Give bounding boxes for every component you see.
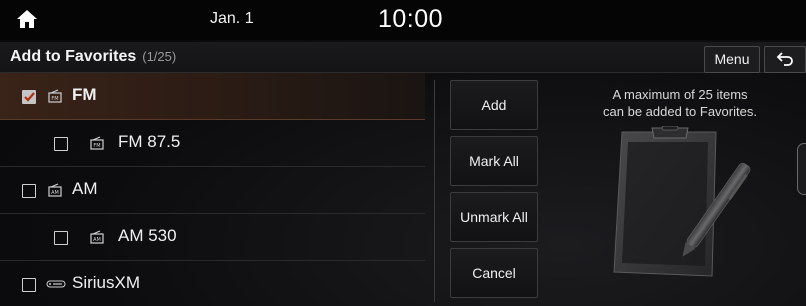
side-handle[interactable]	[797, 143, 806, 195]
add-button[interactable]: Add	[450, 80, 538, 130]
radio-fm-icon: FM	[48, 89, 62, 103]
item-label: AM 530	[118, 226, 177, 245]
info-line-1: A maximum of 25 items	[612, 87, 748, 102]
svg-text:FM: FM	[51, 96, 58, 102]
radio-am-icon: AM	[90, 230, 104, 244]
siriusxm-logo-icon	[46, 280, 66, 288]
check-icon	[24, 92, 35, 102]
favorites-count: (1/25)	[142, 49, 177, 64]
cancel-button[interactable]: Cancel	[450, 248, 538, 298]
list-item[interactable]: AM AM 530	[0, 214, 425, 261]
status-clock: 10:00	[378, 5, 444, 33]
list-item[interactable]: FM FM	[0, 73, 425, 120]
page-title-text: Add to Favorites	[10, 48, 137, 65]
item-checkbox[interactable]	[22, 278, 36, 292]
radio-fm-icon: FM	[90, 136, 104, 150]
svg-text:AM: AM	[51, 190, 59, 196]
item-label: SiriusXM	[72, 273, 141, 292]
radio-am-icon: AM	[48, 183, 62, 197]
item-checkbox[interactable]	[22, 90, 36, 104]
back-button[interactable]	[764, 46, 806, 73]
list-item[interactable]: SiriusXM	[0, 261, 425, 306]
title-bar: Add to Favorites (1/25)	[0, 42, 806, 73]
svg-text:FM: FM	[93, 143, 100, 149]
item-label: FM	[72, 85, 97, 104]
list-item[interactable]: FM FM 87.5	[0, 120, 425, 167]
item-label: AM	[72, 179, 98, 198]
item-checkbox[interactable]	[22, 184, 36, 198]
menu-button[interactable]: Menu	[704, 46, 760, 73]
item-checkbox[interactable]	[54, 137, 68, 151]
unmark-all-button[interactable]: Unmark All	[450, 192, 538, 242]
screen: Jan. 1 10:00 Add to Favorites (1/25) Menu…	[0, 0, 806, 306]
home-icon[interactable]	[16, 9, 38, 29]
clipboard-pen-icon	[613, 126, 751, 277]
svg-text:AM: AM	[93, 237, 101, 243]
list-item[interactable]: AM AM	[0, 167, 425, 214]
favorites-list: FM FM FM FM 87.5 AM AM AM AM 530 SiriusX…	[0, 73, 425, 306]
item-checkbox[interactable]	[54, 231, 68, 245]
info-line-2: can be added to Favorites.	[603, 104, 757, 119]
status-bar: Jan. 1 10:00	[0, 0, 806, 40]
panel-divider	[434, 80, 435, 302]
page-title: Add to Favorites (1/25)	[10, 48, 176, 66]
favorites-limit-info: A maximum of 25 items can be added to Fa…	[580, 86, 780, 120]
mark-all-button[interactable]: Mark All	[450, 136, 538, 186]
back-arrow-icon	[776, 52, 793, 66]
status-date: Jan. 1	[210, 10, 254, 27]
item-label: FM 87.5	[118, 132, 181, 151]
